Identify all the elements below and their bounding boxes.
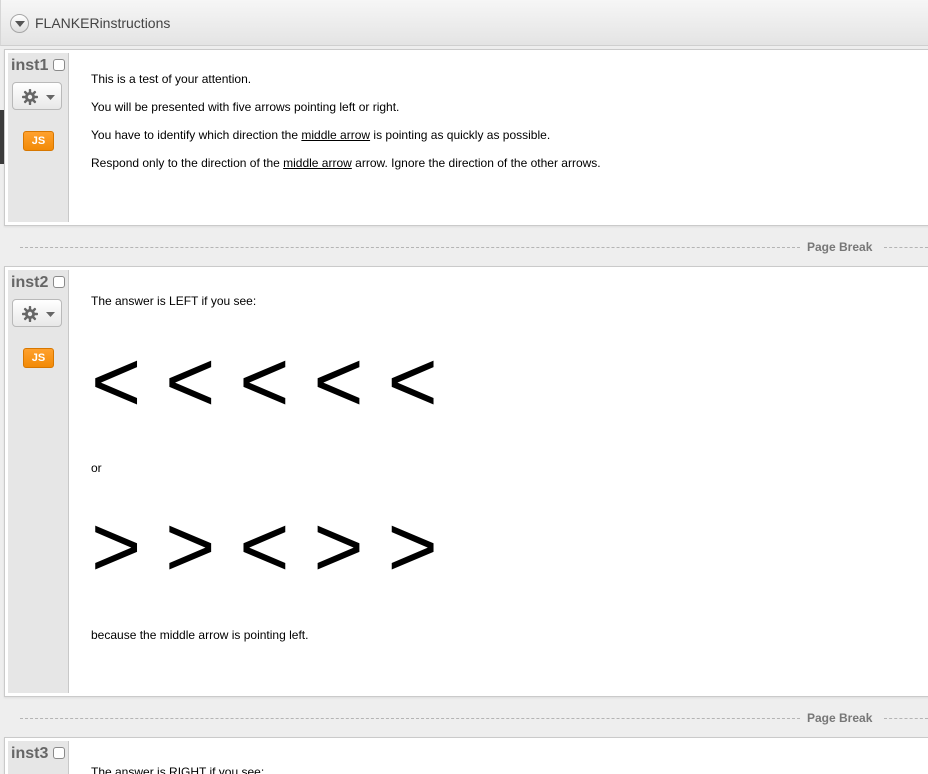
question-select-checkbox[interactable] (53, 276, 65, 288)
question-sidebar: inst1 JS (8, 53, 69, 222)
arrow-row-left: < < < < < (91, 334, 438, 430)
gear-icon (22, 89, 38, 105)
question-settings-button[interactable] (12, 82, 62, 110)
question-sidebar: inst2 JS (8, 270, 69, 693)
page-break: Page Break (0, 240, 928, 254)
js-button[interactable]: JS (23, 348, 54, 368)
question-id: inst1 (11, 57, 49, 74)
question-inst1: inst1 JS This is a test of your attentio… (4, 49, 928, 226)
text-line: because the middle arrow is pointing lef… (91, 628, 309, 642)
question-inst3: inst3 The answer is RIGHT if you see: (4, 737, 928, 774)
text-line: The answer is RIGHT if you see: (91, 765, 265, 774)
gear-icon (22, 306, 38, 322)
question-id: inst3 (11, 745, 49, 762)
block-title: FLANKERinstructions (35, 15, 171, 31)
js-button[interactable]: JS (23, 131, 54, 151)
text-line: The answer is LEFT if you see: (91, 294, 257, 308)
question-select-checkbox[interactable] (53, 747, 65, 759)
arrow-row-mixed: > > < > > (91, 499, 438, 595)
question-select-checkbox[interactable] (53, 59, 65, 71)
question-settings-button[interactable] (12, 299, 62, 327)
block-header: FLANKERinstructions (0, 0, 928, 46)
text-line: This is a test of your attention. (91, 72, 252, 86)
text-line: Respond only to the direction of the mid… (91, 156, 601, 170)
question-sidebar: inst3 (8, 741, 69, 774)
question-inst2: inst2 JS The answer is LEFT if you see: … (4, 266, 928, 697)
page-break-label: Page Break (807, 711, 873, 725)
text-line: You have to identify which direction the… (91, 128, 551, 142)
page-break-label: Page Break (807, 240, 873, 254)
chevron-down-icon (46, 95, 55, 100)
underlined-text: middle arrow (301, 128, 371, 142)
underlined-text: middle arrow (283, 156, 352, 170)
text-line: You will be presented with five arrows p… (91, 100, 400, 114)
text-line: or (91, 461, 102, 475)
question-id: inst2 (11, 274, 49, 291)
page-break: Page Break (0, 711, 928, 725)
collapse-toggle-icon[interactable] (10, 14, 29, 33)
chevron-down-icon (46, 312, 55, 317)
